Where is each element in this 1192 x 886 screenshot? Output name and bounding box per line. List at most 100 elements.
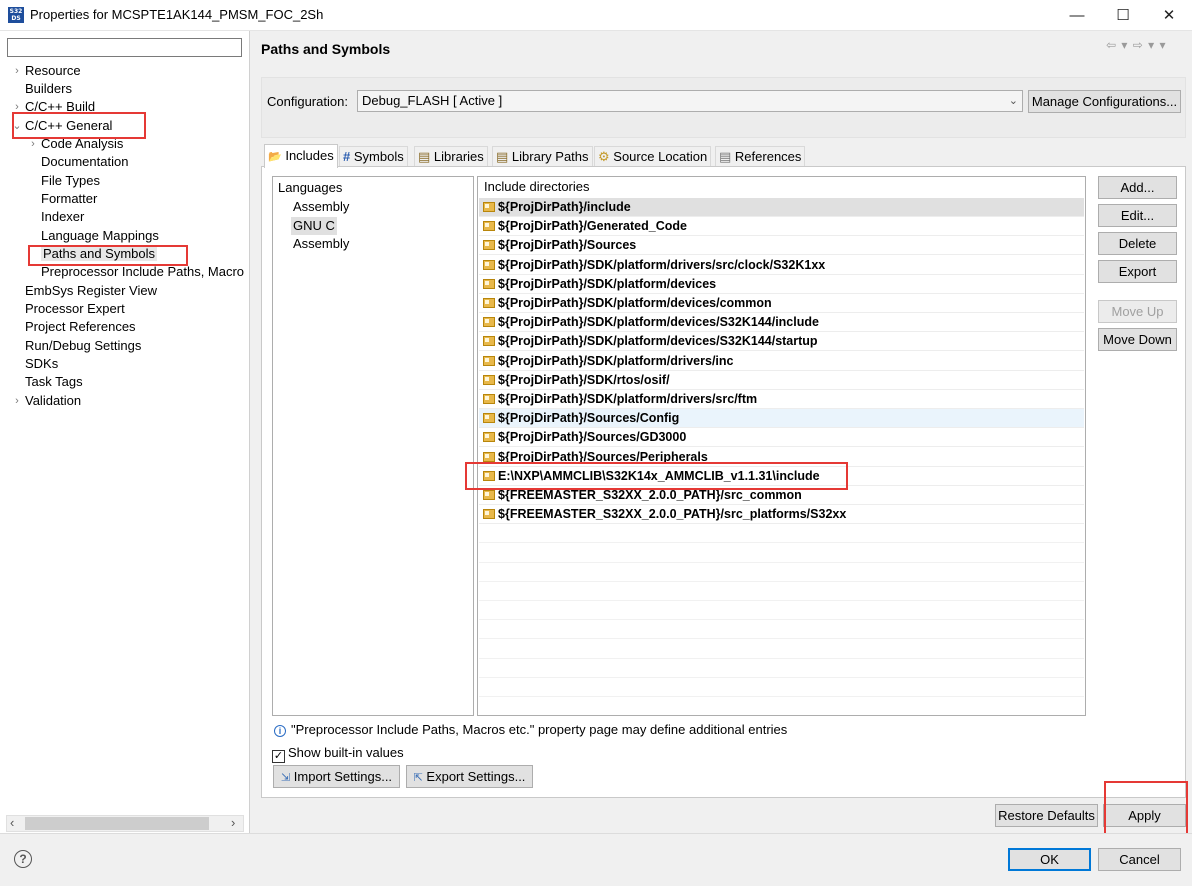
move-down-button[interactable]: Move Down — [1098, 328, 1177, 351]
tree-expander-icon[interactable]: › — [28, 135, 38, 153]
libraries-icon: ▤ — [418, 149, 431, 164]
tree-item[interactable]: Run/Debug Settings — [12, 337, 141, 355]
include-directory-path: ${ProjDirPath}/Sources — [498, 238, 637, 253]
include-directory-row[interactable]: ${ProjDirPath}/SDK/platform/devices/comm… — [479, 294, 1084, 313]
edit-button[interactable]: Edit... — [1098, 204, 1177, 227]
include-directory-row[interactable]: ${ProjDirPath}/SDK/platform/drivers/src/… — [479, 256, 1084, 275]
help-icon[interactable]: ? — [14, 850, 32, 868]
close-button[interactable]: ✕ — [1146, 0, 1192, 31]
folder-icon — [483, 259, 495, 270]
tree-item-label: Resource — [25, 63, 81, 78]
tree-item[interactable]: Task Tags — [12, 373, 83, 391]
tree-item[interactable]: Indexer — [28, 208, 84, 226]
empty-row — [479, 678, 1084, 697]
move-up-button[interactable]: Move Up — [1098, 300, 1177, 323]
tree-item[interactable]: Preprocessor Include Paths, Macro — [28, 263, 244, 281]
scroll-left-arrow-icon[interactable]: ‹ — [10, 815, 14, 830]
folder-icon — [483, 317, 495, 328]
tree-item[interactable]: SDKs — [12, 355, 58, 373]
add-button[interactable]: Add... — [1098, 176, 1177, 199]
include-directory-row[interactable]: ${ProjDirPath}/Sources/Config — [479, 409, 1084, 429]
tree-item[interactable]: Paths and Symbols — [28, 245, 158, 263]
tree-expander-icon[interactable]: ⌄ — [12, 117, 22, 135]
import-settings-button[interactable]: ⇲ Import Settings... — [273, 765, 400, 788]
scrollbar-thumb[interactable] — [25, 817, 209, 830]
tree-item[interactable]: Language Mappings — [28, 227, 159, 245]
include-directory-row[interactable]: ${ProjDirPath}/Sources/Peripherals — [479, 448, 1084, 467]
include-directory-row[interactable]: ${ProjDirPath}/include — [479, 198, 1084, 217]
apply-button[interactable]: Apply — [1103, 804, 1186, 827]
tree-item[interactable]: › Code Analysis — [28, 135, 123, 153]
maximize-button[interactable]: ☐ — [1100, 0, 1146, 31]
tree-item-label: Formatter — [41, 191, 98, 206]
tab-source-location[interactable]: ⚙ Source Location — [594, 146, 712, 166]
tab-label: Library Paths — [511, 149, 589, 164]
tree-item[interactable]: › Resource — [12, 62, 81, 80]
include-directory-path: ${ProjDirPath}/Generated_Code — [498, 219, 687, 234]
export-button[interactable]: Export — [1098, 260, 1177, 283]
include-directory-row[interactable]: ${ProjDirPath}/SDK/platform/devices/S32K… — [479, 332, 1084, 352]
tree-item[interactable]: Formatter — [28, 190, 97, 208]
include-directory-row[interactable]: ${ProjDirPath}/Generated_Code — [479, 217, 1084, 237]
tree-item[interactable]: › Validation — [12, 392, 81, 410]
include-directory-path: ${ProjDirPath}/SDK/platform/drivers/src/… — [498, 392, 758, 406]
show-builtin-checkbox[interactable]: ✓ — [272, 750, 285, 763]
include-directory-row[interactable]: E:\NXP\AMMCLIB\S32K14x_AMMCLIB_v1.1.31\i… — [479, 467, 1084, 486]
tree-item-label: Paths and Symbols — [41, 246, 158, 261]
tree-item[interactable]: Project References — [12, 318, 136, 336]
ok-button[interactable]: OK — [1008, 848, 1091, 871]
tree-item-label: Task Tags — [25, 374, 83, 389]
delete-button[interactable]: Delete — [1098, 232, 1177, 255]
tree-expander-icon[interactable]: › — [12, 392, 22, 410]
tree-item[interactable]: Builders — [12, 80, 72, 98]
include-directory-row[interactable]: ${FREEMASTER_S32XX_2.0.0_PATH}/src_commo… — [479, 486, 1084, 505]
include-directory-row[interactable]: ${ProjDirPath}/SDK/platform/drivers/inc — [479, 352, 1084, 371]
tree-item-label: File Types — [41, 173, 101, 188]
empty-row — [479, 640, 1084, 659]
tree-item-label: EmbSys Register View — [25, 283, 157, 298]
tree-item[interactable]: ⌄ C/C++ General — [12, 117, 112, 135]
history-navigation-icons[interactable]: ⇦ ▾ ⇨ ▾ ▾ — [1106, 38, 1167, 52]
folder-icon — [483, 336, 495, 347]
tab-references[interactable]: ▤ References — [715, 146, 806, 166]
scroll-right-arrow-icon[interactable]: › — [231, 815, 235, 830]
language-item-assembly-2[interactable]: Assembly — [293, 235, 349, 253]
tree-item[interactable]: Processor Expert — [12, 300, 125, 318]
tree-item[interactable]: File Types — [28, 172, 100, 190]
tree-item-label: C/C++ General — [25, 118, 113, 133]
tree-item[interactable]: Documentation — [28, 153, 128, 171]
cancel-button[interactable]: Cancel — [1098, 848, 1181, 871]
language-item-assembly[interactable]: Assembly — [293, 198, 349, 216]
empty-row — [479, 601, 1084, 621]
include-directory-row[interactable]: ${ProjDirPath}/SDK/platform/drivers/src/… — [479, 390, 1084, 409]
title-bar: S32 DS Properties for MCSPTE1AK144_PMSM_… — [0, 0, 1192, 31]
configuration-select[interactable]: Debug_FLASH [ Active ] ⌄ — [357, 90, 1023, 112]
minimize-button[interactable]: — — [1054, 0, 1100, 31]
manage-configurations-button[interactable]: Manage Configurations... — [1028, 90, 1181, 113]
include-directory-row[interactable]: ${ProjDirPath}/Sources — [479, 236, 1084, 256]
show-builtin-values-option[interactable]: ✓ Show built-in values — [272, 745, 404, 763]
chevron-down-icon: ⌄ — [1008, 95, 1018, 107]
tab-includes[interactable]: 📂 Includes — [264, 144, 338, 168]
tree-item-label: Code Analysis — [41, 136, 124, 151]
include-directory-row[interactable]: ${ProjDirPath}/SDK/platform/devices — [479, 275, 1084, 294]
tab-library-paths[interactable]: ▤ Library Paths — [492, 146, 593, 166]
restore-defaults-button[interactable]: Restore Defaults — [995, 804, 1098, 827]
tree-item[interactable]: › C/C++ Build — [12, 98, 95, 116]
include-directory-row[interactable]: ${ProjDirPath}/SDK/rtos/osif/ — [479, 371, 1084, 390]
include-directory-row[interactable]: ${FREEMASTER_S32XX_2.0.0_PATH}/src_platf… — [479, 505, 1084, 525]
export-settings-button[interactable]: ⇱ Export Settings... — [406, 765, 533, 788]
filter-input[interactable] — [7, 38, 242, 57]
language-item-gnu-c[interactable]: GNU C — [291, 217, 337, 235]
include-directory-row[interactable]: ${ProjDirPath}/Sources/GD3000 — [479, 428, 1084, 448]
tree-expander-icon[interactable]: › — [12, 62, 22, 80]
languages-list: Languages Assembly GNU C Assembly — [272, 176, 474, 716]
tree-item[interactable]: EmbSys Register View — [12, 282, 157, 300]
tab-libraries[interactable]: ▤ Libraries — [414, 146, 488, 166]
tree-expander-icon[interactable]: › — [12, 98, 22, 116]
import-icon: ⇲ — [280, 772, 291, 784]
include-directory-row[interactable]: ${ProjDirPath}/SDK/platform/devices/S32K… — [479, 313, 1084, 333]
include-directory-path: ${ProjDirPath}/SDK/rtos/osif/ — [498, 372, 670, 387]
tab-symbols[interactable]: # Symbols — [339, 146, 408, 166]
tree-horizontal-scrollbar[interactable]: ‹ › — [6, 815, 244, 832]
